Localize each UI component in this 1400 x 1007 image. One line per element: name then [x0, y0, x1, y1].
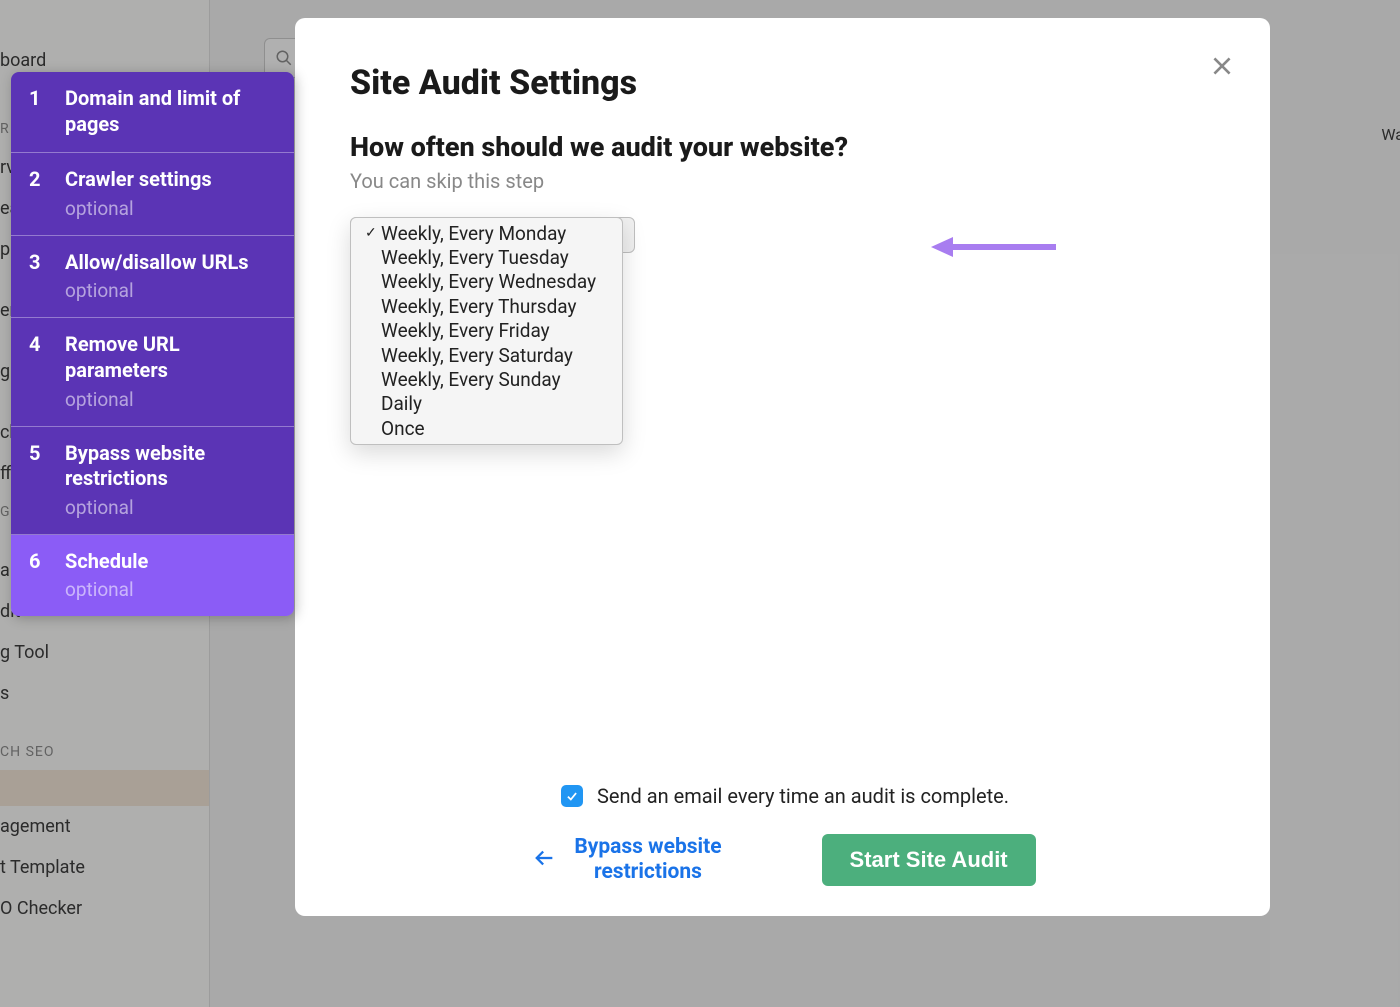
- button-row: Bypass websiterestrictions Start Site Au…: [350, 834, 1220, 886]
- step-optional-label: optional: [65, 279, 276, 302]
- step-title: Schedule: [65, 549, 276, 575]
- start-site-audit-button[interactable]: Start Site Audit: [822, 834, 1036, 886]
- close-icon: [1209, 53, 1235, 79]
- schedule-option[interactable]: Weekly, Every Sunday: [351, 367, 622, 391]
- step-optional-label: optional: [65, 388, 276, 411]
- schedule-option-label: Weekly, Every Monday: [381, 222, 608, 245]
- schedule-option[interactable]: Weekly, Every Friday: [351, 319, 622, 343]
- wizard-step-6[interactable]: 6 Schedule optional: [11, 535, 294, 617]
- schedule-option[interactable]: Weekly, Every Thursday: [351, 294, 622, 318]
- schedule-option[interactable]: ✓Weekly, Every Monday: [351, 221, 622, 245]
- schedule-option-label: Weekly, Every Saturday: [381, 344, 608, 367]
- close-button[interactable]: [1206, 50, 1238, 82]
- step-title: Allow/disallow URLs: [65, 250, 276, 276]
- step-optional-label: optional: [65, 578, 276, 601]
- wizard-step-3[interactable]: 3 Allow/disallow URLs optional: [11, 236, 294, 319]
- step-number: 1: [29, 86, 43, 137]
- step-number: 5: [29, 441, 43, 519]
- step-number: 4: [29, 332, 43, 410]
- schedule-option[interactable]: Daily: [351, 392, 622, 416]
- wizard-step-4[interactable]: 4 Remove URL parameters optional: [11, 318, 294, 426]
- step-number: 2: [29, 167, 43, 220]
- step-title: Remove URL parameters: [65, 332, 276, 383]
- check-icon: [565, 789, 579, 803]
- schedule-dropdown-panel: ✓Weekly, Every MondayWeekly, Every Tuesd…: [350, 217, 623, 445]
- schedule-option-label: Weekly, Every Thursday: [381, 295, 608, 318]
- schedule-question: How often should we audit your website?: [350, 131, 1220, 163]
- step-number: 6: [29, 549, 43, 602]
- wizard-steps: 1 Domain and limit of pages 2 Crawler setti…: [11, 72, 294, 616]
- check-icon: ✓: [365, 225, 381, 241]
- step-title: Crawler settings: [65, 167, 276, 193]
- skip-hint: You can skip this step: [350, 169, 1220, 193]
- schedule-dropdown[interactable]: ✓Weekly, Every MondayWeekly, Every Tuesd…: [350, 217, 635, 445]
- wizard-step-5[interactable]: 5 Bypass website restrictions optional: [11, 427, 294, 535]
- wizard-step-2[interactable]: 2 Crawler settings optional: [11, 153, 294, 236]
- step-optional-label: optional: [65, 197, 276, 220]
- schedule-option-label: Weekly, Every Friday: [381, 319, 608, 342]
- schedule-option-label: Weekly, Every Wednesday: [381, 270, 608, 293]
- step-title: Bypass website restrictions: [65, 441, 276, 492]
- step-title: Domain and limit of pages: [65, 86, 276, 137]
- email-checkbox-label: Send an email every time an audit is com…: [597, 784, 1009, 808]
- step-number: 3: [29, 250, 43, 303]
- step-optional-label: optional: [65, 496, 276, 519]
- annotation-arrow-icon: [931, 232, 1061, 262]
- email-checkbox[interactable]: [561, 785, 583, 807]
- schedule-option[interactable]: Weekly, Every Wednesday: [351, 270, 622, 294]
- site-audit-settings-modal: Site Audit Settings How often should we …: [295, 18, 1270, 916]
- schedule-option[interactable]: Weekly, Every Saturday: [351, 343, 622, 367]
- wizard-step-1[interactable]: 1 Domain and limit of pages: [11, 72, 294, 153]
- schedule-option-label: Weekly, Every Sunday: [381, 368, 608, 391]
- modal-footer: Send an email every time an audit is com…: [350, 784, 1220, 886]
- schedule-option-label: Daily: [381, 392, 608, 415]
- schedule-option[interactable]: Weekly, Every Tuesday: [351, 245, 622, 269]
- modal-title: Site Audit Settings: [350, 63, 1220, 103]
- schedule-option-label: Weekly, Every Tuesday: [381, 246, 608, 269]
- back-button-label: Bypass websiterestrictions: [574, 835, 721, 885]
- arrow-left-icon: [534, 847, 556, 873]
- back-button[interactable]: Bypass websiterestrictions: [534, 835, 721, 885]
- email-notification-row: Send an email every time an audit is com…: [350, 784, 1220, 808]
- schedule-option-label: Once: [381, 417, 608, 440]
- schedule-option[interactable]: Once: [351, 416, 622, 440]
